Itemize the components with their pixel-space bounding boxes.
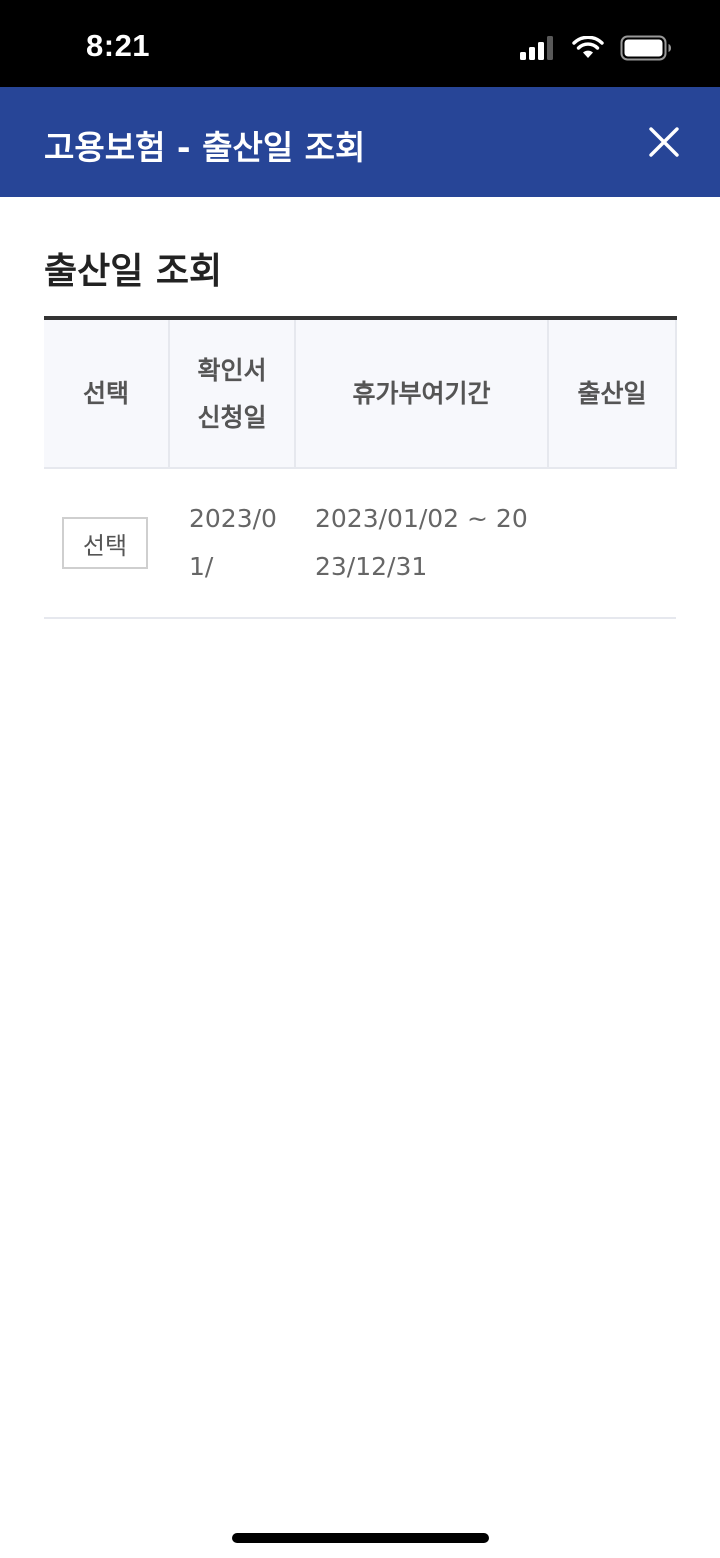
home-indicator [232,1533,489,1543]
column-header-application-date-label: 확인서 신청일 [197,355,267,432]
column-header-birth-date: 출산일 [548,318,677,469]
status-bar: 8:21 [0,0,720,87]
signal-icon [520,36,553,60]
leave-period-cell: 2023/01/02 ~ 2023/12/31 [295,468,548,619]
column-header-select: 선택 [44,318,170,469]
table-header-row: 선택 확인서 신청일 휴가부여기간 출산일 [44,318,677,469]
birth-date-cell [548,468,676,619]
header-title: 고용보험 - 출산일 조회 [44,128,366,167]
app-header: 고용보험 - 출산일 조회 [0,87,720,197]
column-header-leave-period: 휴가부여기간 [295,318,549,469]
page-title: 출산일 조회 [44,251,223,292]
status-icons [520,34,672,62]
status-time: 8:21 [86,28,151,63]
application-date-cell: 2023/01/ [169,468,295,619]
battery-icon [620,35,671,61]
birth-date-table: 선택 확인서 신청일 휴가부여기간 출산일 선택 2023/01/ 2023/0… [44,316,677,619]
close-icon [649,127,679,157]
select-button[interactable]: 선택 [62,517,148,569]
table-row: 선택 2023/01/ 2023/01/02 ~ 2023/12/31 [44,468,676,619]
select-cell: 선택 [44,468,169,619]
wifi-icon [572,36,604,58]
close-button[interactable] [646,124,682,160]
column-header-application-date: 확인서 신청일 [169,318,296,469]
